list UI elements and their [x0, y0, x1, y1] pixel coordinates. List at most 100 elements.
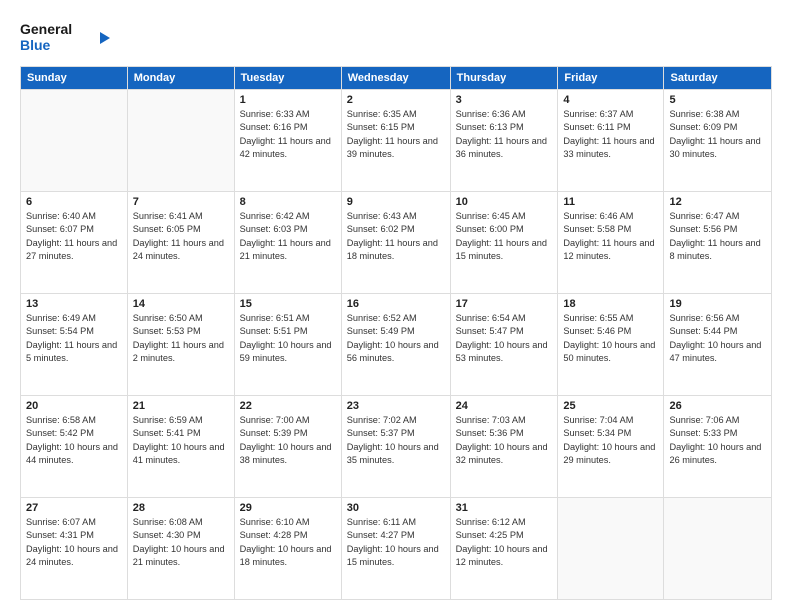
day-number: 22 — [240, 400, 336, 412]
day-number: 3 — [456, 94, 553, 106]
day-number: 18 — [563, 298, 658, 310]
calendar-day-cell — [558, 498, 664, 600]
day-info: Sunrise: 6:51 AMSunset: 5:51 PMDaylight:… — [240, 312, 336, 365]
calendar-day-cell: 2 Sunrise: 6:35 AMSunset: 6:15 PMDaylight… — [341, 90, 450, 192]
calendar-day-cell: 13Sunrise: 6:49 AMSunset: 5:54 PMDayligh… — [21, 294, 128, 396]
svg-text:General: General — [20, 21, 72, 37]
calendar-day-cell: 23Sunrise: 7:02 AMSunset: 5:37 PMDayligh… — [341, 396, 450, 498]
calendar-day-cell: 7 Sunrise: 6:41 AMSunset: 6:05 PMDaylight… — [127, 192, 234, 294]
day-number: 16 — [347, 298, 445, 310]
day-number: 23 — [347, 400, 445, 412]
day-info: Sunrise: 6:40 AMSunset: 6:07 PMDaylight:… — [26, 210, 122, 263]
logo: General Blue — [20, 16, 120, 56]
calendar-day-cell: 26 Sunrise: 7:06 AMSunset: 5:33 PMDayligh… — [664, 396, 772, 498]
day-number: 15 — [240, 298, 336, 310]
calendar-day-cell — [664, 498, 772, 600]
day-info: Sunrise: 6:58 AMSunset: 5:42 PMDaylight:… — [26, 414, 122, 467]
calendar-day-cell: 31Sunrise: 6:12 AMSunset: 4:25 PMDayligh… — [450, 498, 558, 600]
calendar-day-cell: 27Sunrise: 6:07 AMSunset: 4:31 PMDayligh… — [21, 498, 128, 600]
day-number: 4 — [563, 94, 658, 106]
weekday-header: Sunday — [21, 67, 128, 90]
day-info: Sunrise: 6:56 AMSunset: 5:44 PMDaylight:… — [669, 312, 766, 365]
day-number: 6 — [26, 196, 122, 208]
svg-text:Blue: Blue — [20, 37, 51, 53]
day-info: Sunrise: 6:36 AMSunset: 6:13 PMDaylight:… — [456, 108, 553, 161]
day-info: Sunrise: 6:46 AMSunset: 5:58 PMDaylight:… — [563, 210, 658, 263]
day-info: Sunrise: 6:37 AMSunset: 6:11 PMDaylight:… — [563, 108, 658, 161]
day-info: Sunrise: 7:06 AMSunset: 5:33 PMDaylight:… — [669, 414, 766, 467]
day-number: 5 — [669, 94, 766, 106]
calendar-table: SundayMondayTuesdayWednesdayThursdayFrid… — [20, 66, 772, 600]
day-number: 14 — [133, 298, 229, 310]
day-info: Sunrise: 6:50 AMSunset: 5:53 PMDaylight:… — [133, 312, 229, 365]
day-info: Sunrise: 6:10 AMSunset: 4:28 PMDaylight:… — [240, 516, 336, 569]
day-number: 25 — [563, 400, 658, 412]
day-number: 31 — [456, 502, 553, 514]
calendar-day-cell: 17Sunrise: 6:54 AMSunset: 5:47 PMDayligh… — [450, 294, 558, 396]
day-info: Sunrise: 6:47 AMSunset: 5:56 PMDaylight:… — [669, 210, 766, 263]
calendar-day-cell: 14 Sunrise: 6:50 AMSunset: 5:53 PMDayligh… — [127, 294, 234, 396]
calendar-day-cell: 11 Sunrise: 6:46 AMSunset: 5:58 PMDayligh… — [558, 192, 664, 294]
calendar-day-cell: 10 Sunrise: 6:45 AMSunset: 6:00 PMDayligh… — [450, 192, 558, 294]
calendar-day-cell: 22Sunrise: 7:00 AMSunset: 5:39 PMDayligh… — [234, 396, 341, 498]
day-number: 20 — [26, 400, 122, 412]
day-number: 30 — [347, 502, 445, 514]
day-info: Sunrise: 6:52 AMSunset: 5:49 PMDaylight:… — [347, 312, 445, 365]
calendar-week-row: 27Sunrise: 6:07 AMSunset: 4:31 PMDayligh… — [21, 498, 772, 600]
day-number: 2 — [347, 94, 445, 106]
weekday-header: Saturday — [664, 67, 772, 90]
page: General Blue SundayMondayTuesdayWednesda… — [0, 0, 792, 612]
day-info: Sunrise: 6:45 AMSunset: 6:00 PMDaylight:… — [456, 210, 553, 263]
calendar-week-row: 6 Sunrise: 6:40 AMSunset: 6:07 PMDaylight… — [21, 192, 772, 294]
day-number: 8 — [240, 196, 336, 208]
day-number: 7 — [133, 196, 229, 208]
weekday-header: Friday — [558, 67, 664, 90]
calendar-day-cell: 28Sunrise: 6:08 AMSunset: 4:30 PMDayligh… — [127, 498, 234, 600]
day-info: Sunrise: 6:11 AMSunset: 4:27 PMDaylight:… — [347, 516, 445, 569]
day-number: 21 — [133, 400, 229, 412]
header: General Blue — [20, 16, 772, 56]
day-info: Sunrise: 7:03 AMSunset: 5:36 PMDaylight:… — [456, 414, 553, 467]
calendar-day-cell: 6 Sunrise: 6:40 AMSunset: 6:07 PMDaylight… — [21, 192, 128, 294]
calendar-day-cell: 29 Sunrise: 6:10 AMSunset: 4:28 PMDayligh… — [234, 498, 341, 600]
logo-svg: General Blue — [20, 16, 120, 56]
day-number: 26 — [669, 400, 766, 412]
calendar-week-row: 13Sunrise: 6:49 AMSunset: 5:54 PMDayligh… — [21, 294, 772, 396]
day-number: 19 — [669, 298, 766, 310]
weekday-header: Monday — [127, 67, 234, 90]
weekday-header: Wednesday — [341, 67, 450, 90]
day-number: 10 — [456, 196, 553, 208]
calendar-day-cell: 5 Sunrise: 6:38 AMSunset: 6:09 PMDaylight… — [664, 90, 772, 192]
calendar-day-cell: 25 Sunrise: 7:04 AMSunset: 5:34 PMDayligh… — [558, 396, 664, 498]
day-info: Sunrise: 6:41 AMSunset: 6:05 PMDaylight:… — [133, 210, 229, 263]
day-info: Sunrise: 6:54 AMSunset: 5:47 PMDaylight:… — [456, 312, 553, 365]
calendar-day-cell: 3 Sunrise: 6:36 AMSunset: 6:13 PMDaylight… — [450, 90, 558, 192]
weekday-header: Tuesday — [234, 67, 341, 90]
day-info: Sunrise: 6:38 AMSunset: 6:09 PMDaylight:… — [669, 108, 766, 161]
day-info: Sunrise: 6:59 AMSunset: 5:41 PMDaylight:… — [133, 414, 229, 467]
day-number: 9 — [347, 196, 445, 208]
calendar-day-cell: 8Sunrise: 6:42 AMSunset: 6:03 PMDaylight… — [234, 192, 341, 294]
day-info: Sunrise: 6:08 AMSunset: 4:30 PMDaylight:… — [133, 516, 229, 569]
calendar-day-cell — [127, 90, 234, 192]
calendar-day-cell: 12 Sunrise: 6:47 AMSunset: 5:56 PMDayligh… — [664, 192, 772, 294]
calendar-day-cell: 18 Sunrise: 6:55 AMSunset: 5:46 PMDayligh… — [558, 294, 664, 396]
day-number: 12 — [669, 196, 766, 208]
day-number: 24 — [456, 400, 553, 412]
calendar-day-cell: 30 Sunrise: 6:11 AMSunset: 4:27 PMDayligh… — [341, 498, 450, 600]
calendar-day-cell — [21, 90, 128, 192]
day-number: 11 — [563, 196, 658, 208]
calendar-day-cell: 19 Sunrise: 6:56 AMSunset: 5:44 PMDayligh… — [664, 294, 772, 396]
day-info: Sunrise: 7:04 AMSunset: 5:34 PMDaylight:… — [563, 414, 658, 467]
day-number: 29 — [240, 502, 336, 514]
day-info: Sunrise: 6:49 AMSunset: 5:54 PMDaylight:… — [26, 312, 122, 365]
day-number: 1 — [240, 94, 336, 106]
calendar-week-row: 1Sunrise: 6:33 AMSunset: 6:16 PMDaylight… — [21, 90, 772, 192]
day-info: Sunrise: 6:35 AMSunset: 6:15 PMDaylight:… — [347, 108, 445, 161]
calendar-day-cell: 24 Sunrise: 7:03 AMSunset: 5:36 PMDayligh… — [450, 396, 558, 498]
weekday-header: Thursday — [450, 67, 558, 90]
calendar-day-cell: 21 Sunrise: 6:59 AMSunset: 5:41 PMDayligh… — [127, 396, 234, 498]
calendar-day-cell: 9Sunrise: 6:43 AMSunset: 6:02 PMDaylight… — [341, 192, 450, 294]
day-info: Sunrise: 6:55 AMSunset: 5:46 PMDaylight:… — [563, 312, 658, 365]
calendar-day-cell: 16 Sunrise: 6:52 AMSunset: 5:49 PMDayligh… — [341, 294, 450, 396]
